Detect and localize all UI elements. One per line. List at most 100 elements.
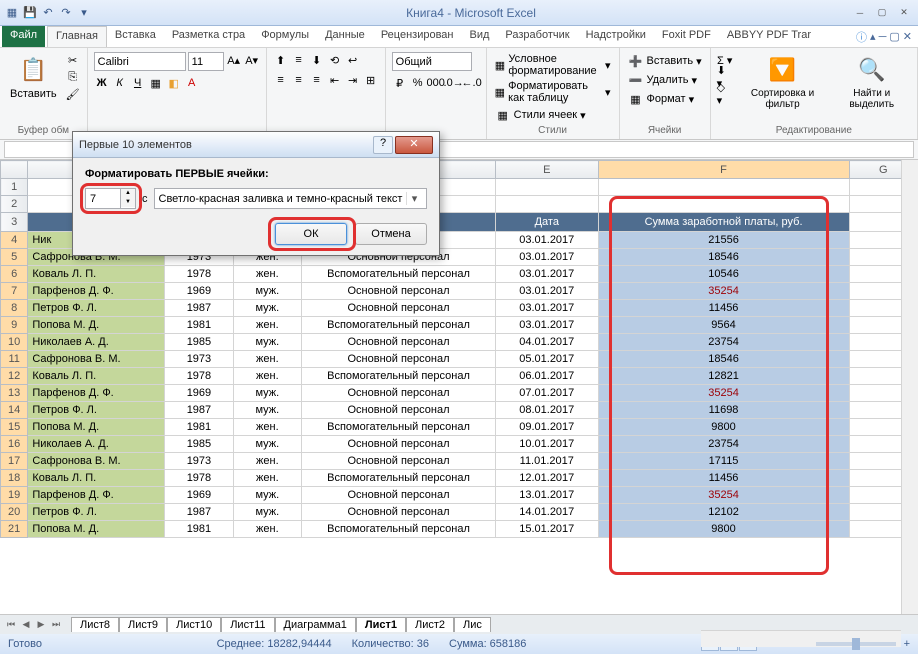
format-cells-button[interactable]: ▦Формат ▾: [626, 90, 704, 108]
cell-sum[interactable]: 9800: [598, 521, 849, 538]
cell-date[interactable]: 13.01.2017: [495, 487, 598, 504]
cell-date[interactable]: 12.01.2017: [495, 470, 598, 487]
cell-type[interactable]: Вспомогательный персонал: [302, 266, 496, 283]
row-header-11[interactable]: 11: [1, 351, 28, 368]
cell-gender[interactable]: жен.: [233, 368, 301, 385]
cell-gender[interactable]: муж.: [233, 436, 301, 453]
cell-type[interactable]: Основной персонал: [302, 283, 496, 300]
cell-name[interactable]: Николаев А. Д.: [28, 334, 165, 351]
tab-foxit[interactable]: Foxit PDF: [654, 26, 719, 47]
cut-icon[interactable]: ✂: [65, 52, 81, 68]
zoom-slider[interactable]: [816, 642, 896, 646]
cell-date[interactable]: 09.01.2017: [495, 419, 598, 436]
find-select-button[interactable]: 🔍 Найти и выделить: [832, 52, 911, 112]
cell-date[interactable]: 03.01.2017: [495, 283, 598, 300]
row-header-5[interactable]: 5: [1, 249, 28, 266]
save-icon[interactable]: 💾: [22, 5, 38, 21]
cell-gender[interactable]: муж.: [233, 402, 301, 419]
cell-gender[interactable]: муж.: [233, 300, 301, 317]
spinner-up-icon[interactable]: ▲: [121, 189, 135, 198]
cell[interactable]: [495, 179, 598, 196]
row-header-7[interactable]: 7: [1, 283, 28, 300]
tab-nav-prev[interactable]: ◀: [19, 619, 33, 630]
cell-date[interactable]: 03.01.2017: [495, 232, 598, 249]
count-input[interactable]: [86, 189, 120, 208]
increase-decimal-icon[interactable]: .0→: [446, 75, 462, 91]
cell-date[interactable]: 03.01.2017: [495, 317, 598, 334]
cell-gender[interactable]: жен.: [233, 470, 301, 487]
excel-icon[interactable]: ▦: [4, 5, 20, 21]
cell-type[interactable]: Вспомогательный персонал: [302, 368, 496, 385]
font-size-combo[interactable]: 11: [188, 52, 224, 71]
tab-pagelayout[interactable]: Разметка стра: [164, 26, 253, 47]
cell-year[interactable]: 1973: [165, 453, 233, 470]
col-header-F[interactable]: F: [598, 161, 849, 179]
font-color-icon[interactable]: A: [184, 75, 200, 91]
row-header-21[interactable]: 21: [1, 521, 28, 538]
tab-insert[interactable]: Вставка: [107, 26, 164, 47]
cell-date[interactable]: 15.01.2017: [495, 521, 598, 538]
maximize-button[interactable]: ▢: [872, 6, 892, 20]
percent-icon[interactable]: %: [410, 75, 426, 91]
cell-sum[interactable]: 11456: [598, 300, 849, 317]
cell-name[interactable]: Петров Ф. Л.: [28, 402, 165, 419]
cell-date[interactable]: 14.01.2017: [495, 504, 598, 521]
cell-name[interactable]: Петров Ф. Л.: [28, 300, 165, 317]
cell-sum[interactable]: 9800: [598, 419, 849, 436]
undo-icon[interactable]: ↶: [40, 5, 56, 21]
tab-addins[interactable]: Надстройки: [578, 26, 654, 47]
cell-date[interactable]: 03.01.2017: [495, 266, 598, 283]
header-sum[interactable]: Сумма заработной платы, руб.: [598, 213, 849, 232]
cell-gender[interactable]: жен.: [233, 351, 301, 368]
doc-minimize-icon[interactable]: ─: [879, 31, 887, 43]
align-center-icon[interactable]: ≡: [291, 72, 307, 88]
row-header-16[interactable]: 16: [1, 436, 28, 453]
cell-gender[interactable]: жен.: [233, 266, 301, 283]
row-header-19[interactable]: 19: [1, 487, 28, 504]
format-painter-icon[interactable]: 🖌: [65, 86, 81, 102]
doc-close-icon[interactable]: ✕: [903, 30, 912, 43]
cell-sum[interactable]: 17115: [598, 453, 849, 470]
cell-name[interactable]: Коваль Л. П.: [28, 368, 165, 385]
italic-icon[interactable]: К: [112, 75, 128, 91]
tab-developer[interactable]: Разработчик: [497, 26, 577, 47]
cell-year[interactable]: 1969: [165, 385, 233, 402]
row-header-8[interactable]: 8: [1, 300, 28, 317]
cell-gender[interactable]: муж.: [233, 385, 301, 402]
cell-date[interactable]: 03.01.2017: [495, 249, 598, 266]
sheet-tab-Лист10[interactable]: Лист10: [167, 617, 221, 632]
align-right-icon[interactable]: ≡: [309, 72, 325, 88]
paste-button[interactable]: 📋 Вставить: [6, 52, 61, 102]
cell-year[interactable]: 1969: [165, 487, 233, 504]
cell-sum[interactable]: 18546: [598, 351, 849, 368]
tab-abbyy[interactable]: ABBYY PDF Trar: [719, 26, 819, 47]
row-header-14[interactable]: 14: [1, 402, 28, 419]
cell-date[interactable]: 03.01.2017: [495, 300, 598, 317]
cell-type[interactable]: Основной персонал: [302, 402, 496, 419]
align-top-icon[interactable]: ⬆: [273, 52, 289, 68]
cell-sum[interactable]: 35254: [598, 385, 849, 402]
sheet-tab-Лист11[interactable]: Лист11: [221, 617, 274, 632]
underline-icon[interactable]: Ч: [130, 75, 146, 91]
cell-date[interactable]: 08.01.2017: [495, 402, 598, 419]
cancel-button[interactable]: Отмена: [355, 223, 427, 245]
sheet-tab-Лист8[interactable]: Лист8: [71, 617, 119, 632]
dialog-help-button[interactable]: ?: [373, 136, 393, 154]
cell-type[interactable]: Основной персонал: [302, 385, 496, 402]
decrease-font-icon[interactable]: A▾: [244, 52, 260, 68]
cell-sum[interactable]: 23754: [598, 334, 849, 351]
cell-type[interactable]: Основной персонал: [302, 504, 496, 521]
cell-sum[interactable]: 21556: [598, 232, 849, 249]
cell-gender[interactable]: жен.: [233, 419, 301, 436]
cell-sum[interactable]: 11456: [598, 470, 849, 487]
row-header-2[interactable]: 2: [1, 196, 28, 213]
merge-icon[interactable]: ⊞: [363, 72, 379, 88]
cell[interactable]: [495, 196, 598, 213]
tab-review[interactable]: Рецензирован: [373, 26, 462, 47]
row-header-20[interactable]: 20: [1, 504, 28, 521]
insert-cells-button[interactable]: ➕Вставить ▾: [626, 52, 704, 70]
cell-sum[interactable]: 12102: [598, 504, 849, 521]
cell-type[interactable]: Основной персонал: [302, 334, 496, 351]
cell[interactable]: [598, 196, 849, 213]
col-header-E[interactable]: E: [495, 161, 598, 179]
